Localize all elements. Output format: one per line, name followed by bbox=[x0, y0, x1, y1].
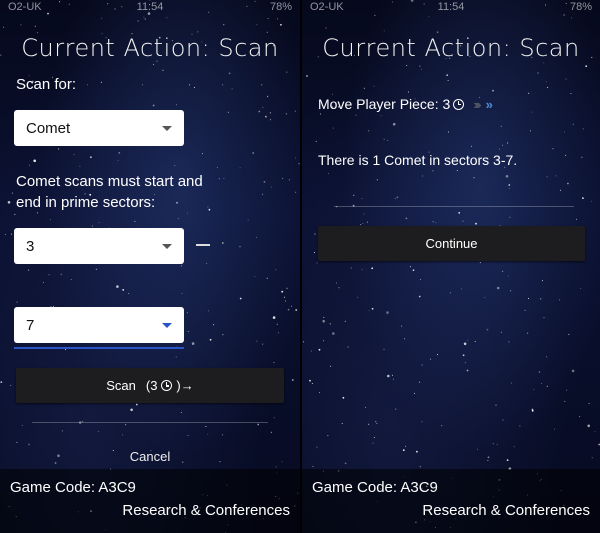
arrow-right-icon: )→ bbox=[176, 378, 194, 393]
end-sector-value: 7 bbox=[26, 316, 35, 334]
scan-target-select[interactable]: Comet bbox=[14, 110, 184, 146]
divider bbox=[334, 206, 574, 207]
scan-button[interactable]: Scan (3 )→ bbox=[16, 368, 284, 403]
battery-level: 78% bbox=[569, 1, 592, 13]
scan-button-label: Scan bbox=[106, 378, 136, 393]
game-code: Game Code: A3C9 bbox=[10, 479, 136, 496]
page-title: Current Action: Scan bbox=[21, 34, 279, 62]
move-player-label: Move Player Piece: 3 bbox=[318, 96, 451, 112]
chevron-down-icon bbox=[162, 243, 172, 249]
chevron-highlight-icon: » bbox=[485, 96, 493, 112]
divider bbox=[32, 422, 268, 423]
scan-target-value: Comet bbox=[26, 119, 71, 137]
scan-cost: (3 bbox=[145, 378, 158, 393]
focus-underline bbox=[14, 347, 184, 349]
footer-bar: Game Code: A3C9 Research & Conferences bbox=[302, 469, 600, 533]
page-title: Current Action: Scan bbox=[322, 34, 580, 62]
rule-text: Comet scans must start and end in prime … bbox=[16, 171, 203, 213]
game-code: Game Code: A3C9 bbox=[312, 479, 438, 496]
rule-text-line1: Comet scans must start and bbox=[16, 173, 203, 190]
status-time: 11:54 bbox=[437, 1, 465, 13]
scan-result-screen: O2-UK 11:54 78% Current Action: Scan Mov… bbox=[300, 0, 600, 533]
clock-icon bbox=[453, 98, 465, 110]
start-sector-value: 3 bbox=[26, 237, 35, 255]
current-section: Research & Conferences bbox=[422, 502, 590, 519]
chevrons-icon: ›››› bbox=[473, 96, 482, 112]
scan-setup-screen: O2-UK 11:54 78% Current Action: Scan Sca… bbox=[0, 0, 300, 533]
cancel-button[interactable]: Cancel bbox=[0, 449, 300, 464]
app-root: O2-UK 11:54 78% Current Action: Scan Sca… bbox=[0, 0, 600, 533]
continue-button[interactable]: Continue bbox=[318, 226, 585, 261]
continue-button-label: Continue bbox=[425, 236, 478, 251]
start-sector-select[interactable]: 3 bbox=[14, 228, 184, 264]
scan-for-label: Scan for: bbox=[16, 76, 77, 93]
move-player-row: Move Player Piece: 3 ›››› » bbox=[318, 96, 493, 112]
status-time: 11:54 bbox=[136, 1, 164, 13]
status-bar: O2-UK 11:54 78% bbox=[0, 0, 300, 16]
current-section: Research & Conferences bbox=[122, 502, 290, 519]
chevron-down-icon bbox=[162, 322, 172, 328]
clock-icon bbox=[161, 380, 173, 391]
scan-result-text: There is 1 Comet in sectors 3-7. bbox=[318, 152, 518, 168]
end-sector-select[interactable]: 7 bbox=[14, 307, 184, 343]
chevron-down-icon bbox=[162, 125, 172, 131]
range-dash bbox=[196, 244, 210, 246]
battery-level: 78% bbox=[269, 1, 292, 13]
footer-bar: Game Code: A3C9 Research & Conferences bbox=[0, 469, 300, 533]
starfield-background bbox=[303, 0, 600, 528]
status-bar: O2-UK 11:54 78% bbox=[302, 0, 600, 16]
rule-text-line2: end in prime sectors: bbox=[16, 194, 156, 211]
